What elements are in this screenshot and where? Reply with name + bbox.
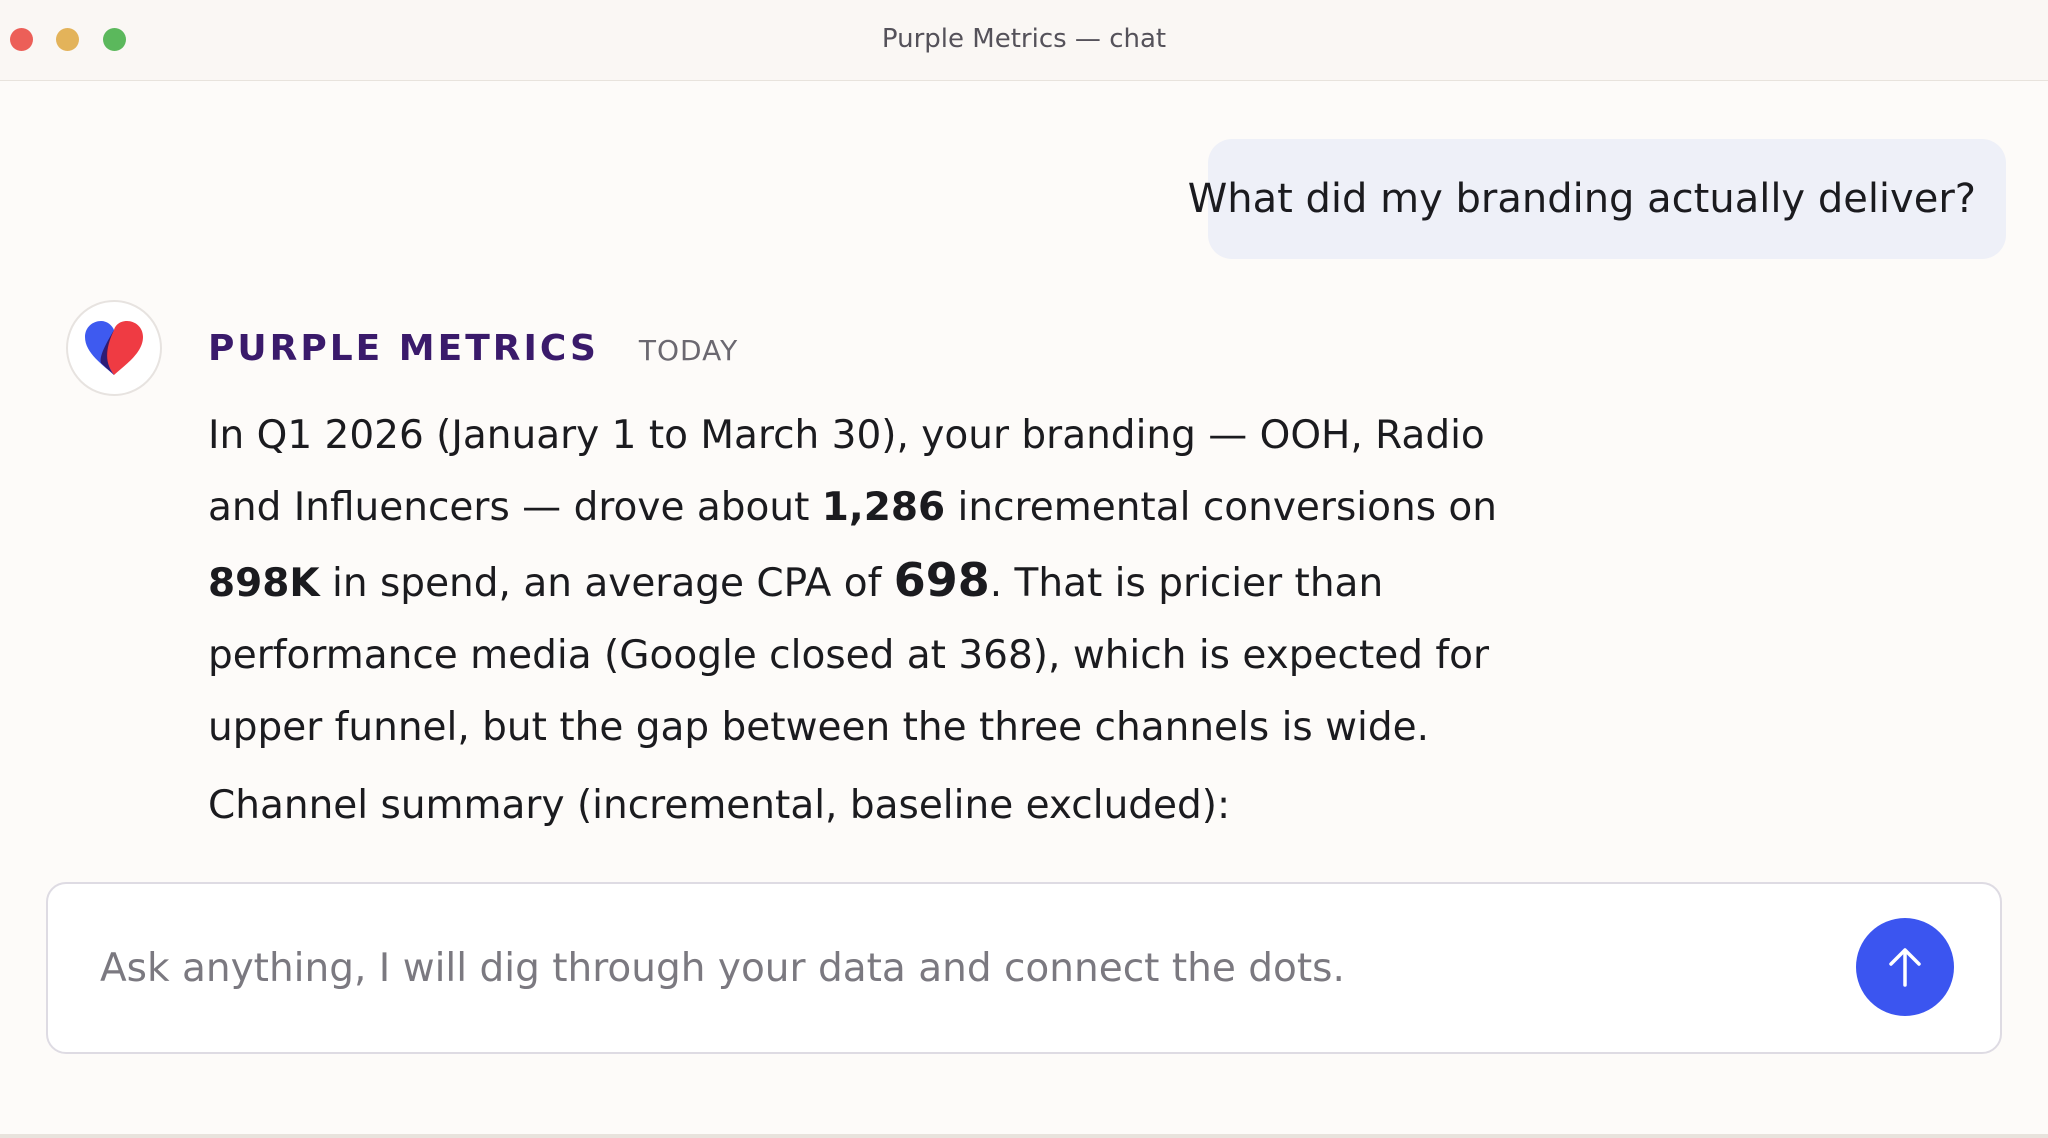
bottom-divider xyxy=(0,1134,2048,1138)
spend-value: 898K xyxy=(208,561,320,606)
chat-window: Purple Metrics — chat What did my brandi… xyxy=(0,0,2048,1138)
paragraph-text-3: in spend, an average CPA of xyxy=(319,561,894,606)
window-title: Purple Metrics — chat xyxy=(881,24,1167,54)
assistant-message-header: PURPLE METRICS TODAY xyxy=(208,328,738,376)
heart-logo-icon xyxy=(85,321,143,375)
assistant-message-paragraph: In Q1 2026 (January 1 to March 30), your… xyxy=(208,400,1538,764)
send-button[interactable] xyxy=(1856,918,1954,1016)
assistant-avatar xyxy=(66,300,162,396)
channel-summary-label: Channel summary (incremental, baseline e… xyxy=(208,783,1231,828)
title-bar: Purple Metrics — chat xyxy=(0,0,2048,81)
arrow-up-icon xyxy=(1889,948,1921,987)
chat-input[interactable] xyxy=(100,884,1840,1052)
assistant-name: PURPLE METRICS xyxy=(208,328,599,369)
conversions-value: 1,286 xyxy=(821,485,946,530)
user-message-text: What did my branding actually deliver? xyxy=(1187,176,1976,222)
composer xyxy=(46,882,2002,1054)
message-timestamp: TODAY xyxy=(638,334,739,367)
cpa-value: 698 xyxy=(893,553,990,607)
paragraph-text-2: incremental conversions on xyxy=(945,485,1497,530)
user-message-bubble: What did my branding actually deliver? xyxy=(1188,139,2006,259)
